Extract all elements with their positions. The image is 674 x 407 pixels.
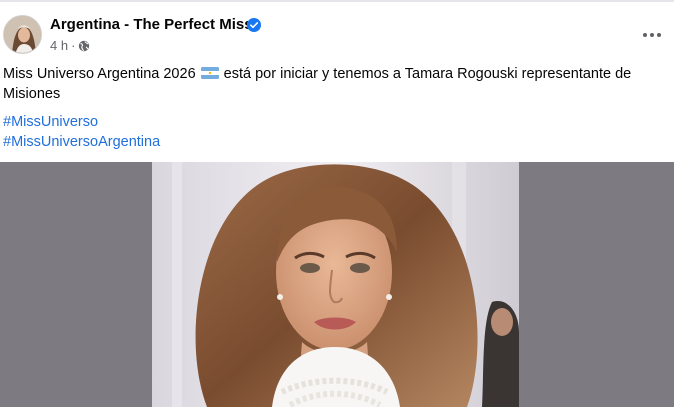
verified-badge-icon xyxy=(247,18,261,32)
post-meta: 4 h · xyxy=(50,38,90,53)
argentina-flag-icon xyxy=(200,67,219,79)
post-text-part-1: Miss Universo Argentina 2026 xyxy=(3,66,200,82)
hashtag-list: #MissUniverso #MissUniversoArgentina xyxy=(3,112,160,152)
meta-separator: · xyxy=(71,38,76,53)
more-dot-1 xyxy=(643,33,647,37)
globe-icon[interactable] xyxy=(78,40,90,52)
more-dot-2 xyxy=(650,33,654,37)
more-options-button[interactable] xyxy=(640,28,664,42)
post-media[interactable] xyxy=(0,162,674,407)
hashtag-link[interactable]: #MissUniverso xyxy=(3,112,160,132)
page-name-link[interactable]: Argentina - The Perfect Miss xyxy=(50,16,253,33)
feed-post: Argentina - The Perfect Miss 4 h · Miss … xyxy=(0,0,674,407)
post-photo[interactable] xyxy=(152,162,519,407)
post-text: Miss Universo Argentina 2026 está por in… xyxy=(3,65,663,104)
more-dot-3 xyxy=(657,33,661,37)
page-avatar[interactable] xyxy=(3,15,42,54)
post-top-border xyxy=(0,0,674,2)
post-timestamp[interactable]: 4 h xyxy=(50,38,68,53)
post-header: Argentina - The Perfect Miss 4 h · xyxy=(0,9,674,59)
hashtag-link[interactable]: #MissUniversoArgentina xyxy=(3,132,160,152)
